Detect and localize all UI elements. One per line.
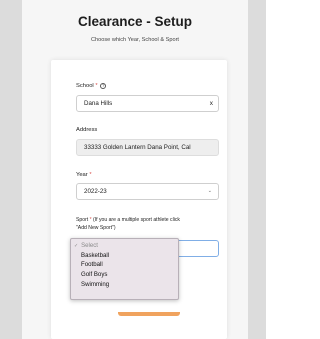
sport-dropdown-list: ✓ Select Basketball Football Golf Boys S… [70,238,179,300]
sport-hint-line2: "Add New Sport") [76,225,116,232]
clear-icon[interactable]: x [210,96,213,111]
right-background [248,0,266,339]
address-field: 33333 Golden Lantern Dana Point, Cal [76,139,219,156]
year-select[interactable]: 2022-23 ⌄ [76,183,219,200]
checkmark-icon: ✓ [74,243,79,249]
dropdown-option-basketball[interactable]: Basketball [71,251,178,261]
page-title: Clearance - Setup [77,14,193,29]
address-value: 33333 Golden Lantern Dana Point, Cal [84,144,191,151]
school-select[interactable]: Dana Hills x [76,95,219,112]
school-label: School * ? [76,83,107,89]
dropdown-option-golf-boys[interactable]: Golf Boys [71,270,178,280]
year-label: Year * [76,172,92,178]
year-value: 2022-23 [84,188,107,195]
dropdown-placeholder-text: Select [81,242,98,249]
required-marker: * [89,172,92,178]
school-label-text: School [76,83,94,89]
sport-label: Sport * (If you are a multiple sport ath… [76,216,228,232]
sport-hint-line1: (If you are a multiple sport athlete cli… [93,217,180,223]
year-label-text: Year [76,172,88,178]
required-marker: * [95,83,98,89]
address-label: Address [76,127,98,133]
required-marker: * [89,217,92,223]
help-icon[interactable]: ? [100,83,107,89]
dropdown-option-select[interactable]: ✓ Select [71,241,178,251]
page-subtitle: Choose which Year, School & Sport [90,37,179,43]
school-value: Dana Hills [84,100,113,107]
continue-button[interactable] [118,312,180,316]
chevron-down-icon: ⌄ [207,188,212,194]
dropdown-option-football[interactable]: Football [71,260,178,270]
sport-label-text: Sport [76,217,89,223]
left-background [0,0,22,339]
dropdown-option-swimming[interactable]: Swimming [71,280,178,290]
